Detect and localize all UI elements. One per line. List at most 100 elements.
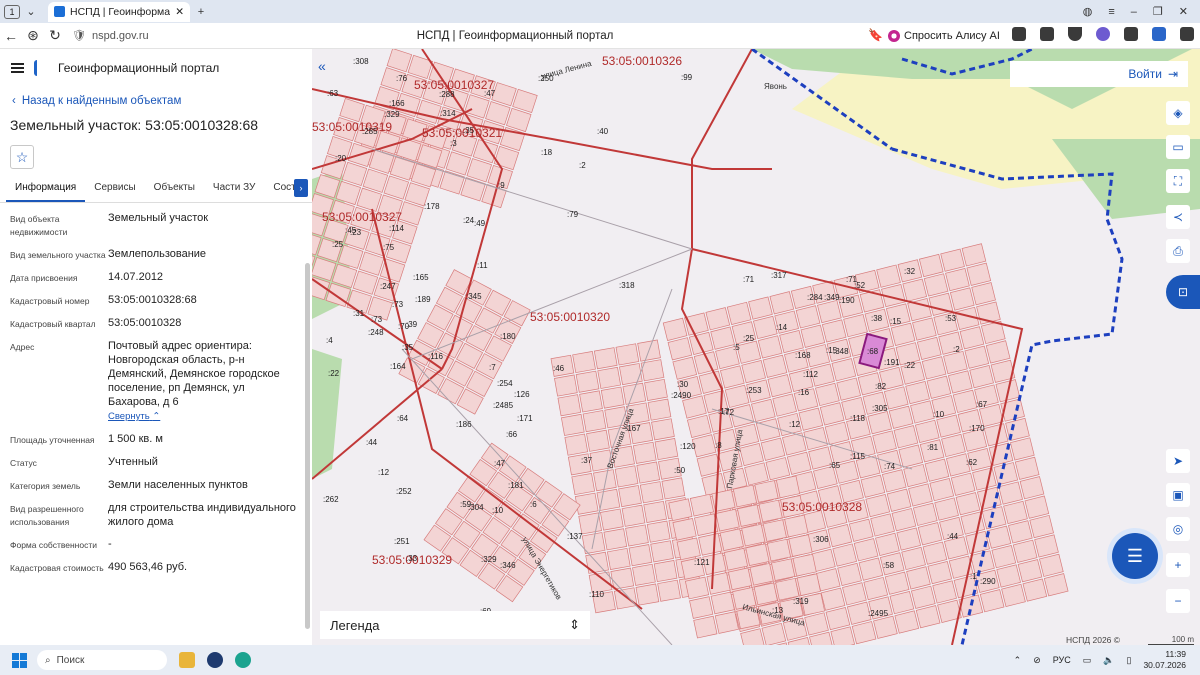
parcel[interactable] (719, 528, 744, 552)
legend-button[interactable]: Легенда ⇕ (320, 611, 590, 639)
parcel[interactable] (610, 567, 635, 590)
tab-services[interactable]: Сервисы (85, 179, 144, 202)
layers-icon[interactable]: ◈ (1166, 101, 1190, 125)
collapse-panel-icon[interactable]: « (318, 58, 334, 74)
yandex-browser-icon[interactable] (207, 652, 223, 668)
protect-icon[interactable]: ⊛ (22, 27, 44, 44)
parcel[interactable] (710, 591, 735, 615)
parcel[interactable] (619, 363, 643, 386)
select-area-icon[interactable]: ⛶ (1166, 169, 1190, 193)
parcel[interactable] (582, 410, 607, 433)
restore-icon[interactable]: ❐ (1153, 5, 1163, 18)
clock[interactable]: 11:39 30.07.2026 (1143, 649, 1186, 671)
volume-icon[interactable]: 🔈 (1103, 655, 1114, 666)
network-icon[interactable]: ⊘ (1033, 655, 1041, 666)
tab-count-button[interactable]: 1 (4, 4, 20, 19)
menu-icon[interactable]: ≡ (1108, 6, 1114, 18)
extension-icon[interactable] (1180, 27, 1194, 41)
tab-parts[interactable]: Части ЗУ (204, 179, 264, 202)
windows-start-icon[interactable] (12, 652, 27, 668)
gps-icon[interactable]: ◎ (1166, 517, 1190, 541)
parcel[interactable] (723, 547, 748, 571)
close-window-icon[interactable]: ✕ (1179, 5, 1188, 18)
parcel[interactable] (564, 433, 589, 456)
reload-icon[interactable]: ↻ (44, 27, 66, 44)
print-icon[interactable]: ⎙ (1166, 239, 1190, 263)
parcel[interactable] (714, 611, 739, 634)
file-explorer-icon[interactable] (179, 652, 195, 668)
parcel[interactable] (586, 429, 610, 452)
extension-icon[interactable] (1012, 27, 1026, 41)
taskbar-search[interactable]: ⌕ Поиск (37, 650, 167, 670)
extension-icon[interactable] (1124, 27, 1138, 41)
parcel[interactable] (614, 465, 639, 488)
measure-icon[interactable]: ▭ (1166, 135, 1190, 159)
hamburger-menu-icon[interactable] (11, 63, 24, 73)
parcel[interactable] (737, 504, 762, 527)
parcel[interactable] (622, 382, 647, 405)
minimap-icon[interactable]: ▣ (1166, 483, 1190, 507)
parcel[interactable] (572, 351, 596, 374)
panel-scrollbar[interactable] (305, 263, 310, 629)
parcel[interactable] (632, 563, 656, 586)
parcel[interactable] (603, 528, 628, 551)
parcel[interactable] (676, 537, 701, 561)
profile-icon[interactable]: ◍ (1083, 5, 1093, 18)
login-button[interactable]: Войти ⇥ (1010, 61, 1188, 87)
url-field[interactable]: 🛡 nspd.gov.ru (72, 29, 149, 43)
parcel[interactable] (615, 343, 640, 366)
back-arrow-icon[interactable]: ← (0, 28, 22, 44)
parcel[interactable] (693, 615, 718, 639)
extension-icon[interactable] (1152, 27, 1166, 41)
parcel[interactable] (758, 499, 783, 523)
parcel[interactable] (654, 438, 679, 461)
parcel[interactable] (647, 398, 672, 421)
parcel[interactable] (788, 534, 813, 557)
parcel[interactable] (621, 504, 646, 527)
parcel[interactable] (796, 573, 821, 596)
parcel[interactable] (766, 538, 792, 562)
parcel[interactable] (571, 473, 596, 496)
parcel[interactable] (771, 558, 796, 581)
parcel[interactable] (657, 579, 681, 602)
parcel[interactable] (644, 378, 668, 401)
parcel[interactable] (762, 519, 787, 542)
display-icon[interactable]: ▭ (1083, 655, 1092, 666)
parcel[interactable] (560, 413, 585, 436)
parcel[interactable] (653, 560, 678, 583)
parcel[interactable] (632, 441, 657, 464)
parcel[interactable] (728, 567, 753, 591)
parcel[interactable] (643, 500, 667, 523)
parcel[interactable] (698, 532, 723, 556)
new-tab-button[interactable]: + (190, 3, 212, 21)
parcel[interactable] (625, 524, 649, 547)
parcel[interactable] (715, 508, 740, 532)
parcel[interactable] (689, 493, 714, 517)
parcel[interactable] (600, 508, 624, 531)
parcel[interactable] (784, 514, 809, 538)
alice-button[interactable]: Спросить Алису AI (888, 26, 1000, 46)
parcel[interactable] (606, 547, 631, 570)
parcel[interactable] (651, 418, 675, 441)
chevron-down-icon[interactable]: ⌄ (20, 3, 42, 21)
extension-icon[interactable] (1040, 27, 1054, 41)
bookmark-icon[interactable]: 🔖 (868, 28, 883, 42)
battery-icon[interactable]: ▯ (1127, 655, 1132, 666)
cadastral-map[interactable]: :68 53:05:0010326 53:05:0010319 53:05:0010… (312, 49, 1200, 645)
extension-icon[interactable] (1096, 27, 1110, 41)
chat-support-icon[interactable]: ☰ (1112, 533, 1158, 579)
parcel[interactable] (672, 517, 697, 541)
geolocation-icon[interactable]: ➤ (1166, 449, 1190, 473)
parcel[interactable] (600, 386, 625, 409)
parcel[interactable] (593, 347, 618, 370)
parcel[interactable] (753, 582, 778, 606)
parcel[interactable] (689, 596, 714, 619)
parcel[interactable] (639, 481, 664, 504)
extension-icon[interactable] (1068, 27, 1082, 41)
info-tool-icon[interactable]: ⊡ (1166, 275, 1200, 309)
map-canvas[interactable]: :68 53:05:0010326 53:05:0010319 53:05:0010… (312, 49, 1200, 645)
parcel[interactable] (557, 394, 582, 417)
browser-tab-active[interactable]: НСПД | Геоинформацио ✕ (48, 1, 190, 22)
parcel[interactable] (575, 370, 600, 393)
parcel[interactable] (661, 477, 686, 500)
